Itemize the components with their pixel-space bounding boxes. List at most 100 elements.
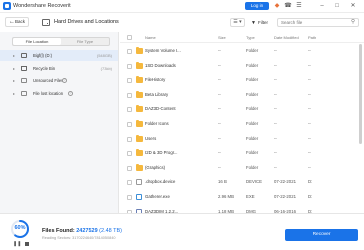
cell-date: 07-22-2021 (274, 179, 296, 185)
column-path[interactable]: Path (308, 32, 316, 43)
search-box[interactable]: ⚲ (277, 18, 359, 27)
cell-name: DAZ3D-Content (145, 106, 176, 112)
cell-path: -- (308, 164, 311, 170)
menu-icon[interactable]: ☰ (295, 2, 303, 10)
table-row[interactable]: Beta Library -- Folder -- -- (120, 88, 364, 102)
table-row[interactable]: Users -- Folder -- -- (120, 132, 364, 146)
cell-type: Folder (246, 77, 259, 83)
back-button[interactable]: ← Back (5, 17, 29, 27)
folder-icon (136, 76, 143, 84)
folder-icon (136, 134, 143, 142)
pause-icon[interactable]: ❚❚ (13, 241, 21, 247)
tab-file-location[interactable]: File Location (13, 38, 61, 45)
view-mode-button[interactable]: ☰ ▾ (230, 18, 245, 27)
search-icon[interactable]: ⚲ (351, 19, 355, 26)
sidebar-item-recycle-bin[interactable]: ▸ Recycle Bin (73kb) (0, 63, 118, 74)
stop-icon[interactable] (25, 242, 29, 246)
column-type[interactable]: Type (246, 32, 255, 43)
sidebar-item-drive-d[interactable]: ▸ Bigf(l) (D:) (548GB) (0, 50, 118, 61)
sidebar-item-label: Bigf(l) (D:) (33, 53, 53, 58)
cell-size: -- (218, 91, 221, 97)
cell-size: -- (218, 150, 221, 156)
file-icon (136, 179, 142, 186)
row-checkbox[interactable] (127, 136, 132, 142)
files-found: Files Found: 2427529 (2.48 TB) (42, 228, 122, 234)
folder-icon (136, 105, 143, 113)
cell-date: -- (274, 121, 277, 126)
close-icon[interactable]: ✕ (349, 2, 357, 10)
cell-path: -- (308, 48, 311, 53)
table-row[interactable]: Gatherer.exe 2.96 MB EXE 07-22-2021 D: (120, 190, 364, 204)
headset-icon[interactable]: ☎ (284, 2, 292, 10)
row-checkbox[interactable] (127, 63, 132, 69)
files-found-count: 2427529 (76, 228, 98, 234)
table-row[interactable]: .dropbox.device 16 B DEVICE 07-22-2021 D: (120, 175, 364, 189)
nav-bar: ← Back Hard Drives and Locations ☰ ▾ ▼ Fi… (0, 13, 364, 32)
sidebar-tabs: File Location File Type (12, 37, 110, 46)
filter-icon: ▼ (251, 20, 256, 26)
cell-type: Folder (246, 135, 259, 141)
sidebar-item-size: (73kb) (100, 66, 112, 71)
file-list: Name Size Type Date Modified Path System… (120, 32, 364, 215)
filter-button[interactable]: ▼ Filter (251, 18, 273, 27)
files-found-prefix: Files Found: (42, 228, 77, 234)
maximize-icon[interactable]: □ (333, 2, 341, 10)
chevron-right-icon[interactable]: ▸ (13, 88, 15, 99)
cell-name: FileHistory (145, 77, 166, 83)
tab-file-type[interactable]: File Type (61, 38, 109, 45)
sidebar: File Location File Type ▸ Bigf(l) (D:) (… (0, 32, 119, 213)
row-checkbox[interactable] (127, 180, 132, 186)
row-checkbox[interactable] (127, 78, 132, 84)
row-checkbox[interactable] (127, 107, 132, 113)
help-icon[interactable]: ? (68, 91, 73, 96)
cell-type: Folder (246, 106, 259, 112)
row-checkbox[interactable] (127, 92, 132, 98)
cell-path: -- (308, 135, 311, 141)
select-all-checkbox[interactable] (127, 35, 132, 40)
row-checkbox[interactable] (127, 195, 132, 200)
scrollbar[interactable] (359, 44, 362, 144)
table-row[interactable]: I2D & 3D Progr... -- Folder -- -- (120, 146, 364, 160)
cell-name: Users (145, 135, 157, 141)
cell-name: I2D & 3D Progr... (145, 150, 178, 156)
cell-size: -- (218, 121, 221, 126)
progress-percent: 60% (14, 225, 26, 231)
cell-name: .dropbox.device (145, 179, 176, 185)
table-row[interactable]: 1SD Downloads -- Folder -- -- (120, 59, 364, 73)
row-checkbox[interactable] (127, 151, 132, 157)
cell-type: Folder (246, 91, 259, 97)
chevron-right-icon[interactable]: ▸ (13, 50, 15, 61)
minimize-icon[interactable]: – (318, 2, 326, 10)
cell-size: -- (218, 164, 221, 170)
column-date-modified[interactable]: Date Modified (274, 32, 299, 43)
table-row[interactable]: DAZ3D-Content -- Folder -- -- (120, 102, 364, 116)
chevron-right-icon[interactable]: ▸ (13, 63, 15, 74)
table-row[interactable]: Folder Icons -- Folder -- -- (120, 117, 364, 131)
chevron-right-icon[interactable]: ▸ (13, 75, 15, 86)
cell-path: D: (308, 194, 313, 199)
recover-button[interactable]: Recover (285, 229, 358, 241)
table-row[interactable]: FileHistory -- Folder -- -- (120, 73, 364, 87)
search-input[interactable] (281, 19, 346, 26)
row-checkbox[interactable] (127, 49, 132, 54)
sidebar-item-unsourced-files[interactable]: ▸ Unsourced Files ? (0, 75, 118, 86)
cell-path: -- (308, 91, 311, 97)
cell-size: 16 B (218, 179, 227, 185)
cell-path: D: (308, 179, 313, 185)
column-size[interactable]: Size (218, 32, 226, 43)
recycle-bin-icon (21, 66, 27, 71)
help-icon[interactable]: ? (62, 78, 67, 83)
cell-date: -- (274, 77, 277, 83)
cell-path: -- (308, 121, 311, 126)
gift-icon[interactable]: ◆ (273, 2, 281, 10)
table-row[interactable]: System Volume I... -- Folder -- -- (120, 44, 364, 58)
row-checkbox[interactable] (127, 122, 132, 127)
row-checkbox[interactable] (127, 165, 132, 171)
cell-type: Folder (246, 62, 259, 68)
cell-date: -- (274, 164, 277, 170)
sidebar-item-file-lost-location[interactable]: ▸ File lost location ? (0, 88, 118, 99)
column-name[interactable]: Name (145, 32, 156, 43)
cell-date: -- (274, 106, 277, 112)
login-button[interactable]: Log in (245, 2, 269, 10)
table-row[interactable]: (Graphics) -- Folder -- -- (120, 161, 364, 175)
